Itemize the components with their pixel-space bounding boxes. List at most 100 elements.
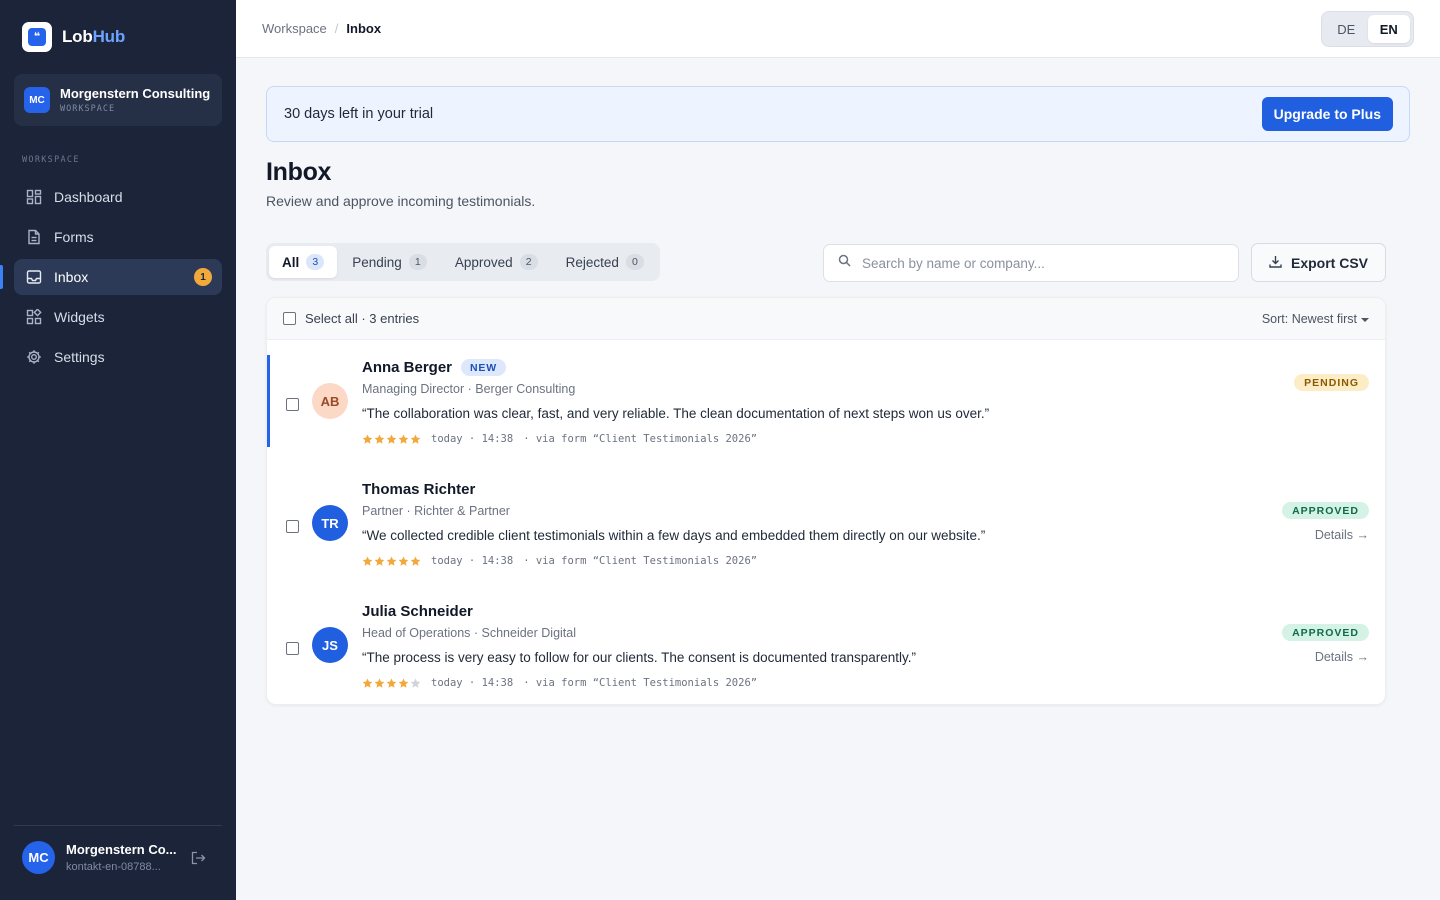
star-filled-icon <box>386 678 397 688</box>
list-item[interactable]: JS Julia Schneider Head of Operations · … <box>267 584 1385 704</box>
document-icon <box>25 229 42 246</box>
workspace-label: WORKSPACE <box>60 104 116 114</box>
avatar: TR <box>312 505 348 541</box>
sidebar-item-label: Widgets <box>54 309 105 325</box>
star-filled-icon <box>362 678 373 688</box>
list-item[interactable]: AB Anna Berger NEW Managing Director · B… <box>267 340 1385 462</box>
list-item[interactable]: TR Thomas Richter Partner · Richter & Pa… <box>267 462 1385 584</box>
workspace-name: Morgenstern Consulting <box>60 86 211 101</box>
language-en-button[interactable]: EN <box>1367 15 1410 43</box>
user-email: kontakt-en-08788... <box>66 861 161 873</box>
logo-mark-icon: ❝ <box>22 22 52 52</box>
tab-rejected[interactable]: Rejected 0 <box>553 246 657 278</box>
sidebar-item-label: Inbox <box>54 269 89 285</box>
tab-label: Approved <box>454 254 513 270</box>
breadcrumb: Workspace / Inbox <box>262 21 381 36</box>
tab-label: Rejected <box>565 254 619 270</box>
star-empty-icon <box>410 678 421 688</box>
star-filled-icon <box>374 434 385 444</box>
app-name: LobHub <box>62 27 126 46</box>
testimonial-quote: “We collected credible client testimonia… <box>362 528 986 543</box>
tab-count: 1 <box>408 254 427 270</box>
language-de-button[interactable]: DE <box>1325 15 1368 43</box>
star-filled-icon <box>362 434 373 444</box>
select-all-checkbox[interactable] <box>283 312 296 325</box>
sidebar-divider <box>14 825 222 826</box>
trial-banner: 30 days left in your trial Upgrade to Pl… <box>266 86 1410 142</box>
search-box <box>823 244 1239 282</box>
sidebar-item-settings[interactable]: Settings <box>14 339 222 375</box>
tab-count: 0 <box>625 254 644 270</box>
sidebar-item-widgets[interactable]: Widgets <box>14 299 222 335</box>
page-subtitle: Review and approve incoming testimonials… <box>266 193 536 209</box>
tab-pending[interactable]: Pending 1 <box>339 246 440 278</box>
breadcrumb-separator: / <box>334 21 339 36</box>
submitted-date: today · 14:38 <box>431 677 514 689</box>
reviewer-role: Managing Director · Berger Consulting <box>362 382 576 396</box>
user-profile[interactable]: MC Morgenstern Co... kontakt-en-08788... <box>22 841 178 874</box>
workspace-avatar: MC <box>24 87 50 113</box>
avatar: AB <box>312 383 348 419</box>
export-csv-button[interactable]: Export CSV <box>1251 243 1386 282</box>
status-badge: PENDING <box>1294 374 1369 391</box>
tab-approved[interactable]: Approved 2 <box>442 246 551 278</box>
filter-tabs: All 3 Pending 1 Approved 2 Rejected 0 <box>266 243 660 281</box>
select-all-label: Select all · 3 entries <box>305 311 420 326</box>
star-filled-icon <box>398 434 409 444</box>
tab-label: All <box>282 254 300 270</box>
star-filled-icon <box>410 556 421 566</box>
reviewer-role: Partner · Richter & Partner <box>362 504 510 518</box>
rating-stars <box>362 434 421 445</box>
sidebar-item-label: Settings <box>54 349 105 365</box>
user-name: Morgenstern Co... <box>66 842 177 857</box>
sidebar-item-label: Dashboard <box>54 189 123 205</box>
star-filled-icon <box>374 556 385 566</box>
sort-label: Sort: Newest first <box>1261 312 1357 326</box>
sidebar-nav: Dashboard Forms Inbox 1 Widgets Settings <box>0 179 222 379</box>
dashboard-icon <box>25 189 42 206</box>
breadcrumb-workspace[interactable]: Workspace <box>262 21 327 36</box>
upgrade-button[interactable]: Upgrade to Plus <box>1261 97 1393 131</box>
details-link[interactable]: Details → <box>1315 528 1369 542</box>
status-badge: APPROVED <box>1282 624 1369 641</box>
status-badge: APPROVED <box>1282 502 1369 519</box>
star-filled-icon <box>398 678 409 688</box>
page-title: Inbox <box>266 158 332 186</box>
reviewer-name: Julia Schneider <box>362 603 473 620</box>
rating-stars <box>362 556 421 567</box>
list-header: Select all · 3 entries Sort: Newest firs… <box>267 298 1385 340</box>
avatar: JS <box>312 627 348 663</box>
sidebar-item-inbox[interactable]: Inbox 1 <box>0 259 222 295</box>
star-filled-icon <box>386 434 397 444</box>
search-input[interactable] <box>862 255 1202 271</box>
tab-label: Pending <box>352 254 402 270</box>
trial-text: 30 days left in your trial <box>284 106 434 122</box>
sidebar-item-dashboard[interactable]: Dashboard <box>14 179 222 215</box>
testimonial-quote: “The collaboration was clear, fast, and … <box>362 406 990 421</box>
star-filled-icon <box>398 556 409 566</box>
avatar: MC <box>22 841 55 874</box>
details-link[interactable]: Details → <box>1315 650 1369 664</box>
select-all[interactable]: Select all · 3 entries <box>283 311 419 326</box>
rating-stars <box>362 678 421 689</box>
row-checkbox[interactable] <box>286 398 299 411</box>
inbox-count-badge: 1 <box>194 268 212 286</box>
submitted-date: today · 14:38 <box>431 433 514 445</box>
sidebar-item-forms[interactable]: Forms <box>14 219 222 255</box>
testimonial-meta: today · 14:38 · via form “Client Testimo… <box>362 555 757 567</box>
testimonial-meta: today · 14:38 · via form “Client Testimo… <box>362 677 757 689</box>
form-source: · via form “Client Testimonials 2026” <box>523 433 758 445</box>
star-filled-icon <box>374 678 385 688</box>
star-filled-icon <box>386 556 397 566</box>
row-checkbox[interactable] <box>286 520 299 533</box>
tab-all[interactable]: All 3 <box>269 246 338 278</box>
app-logo[interactable]: ❝ LobHub <box>22 22 125 52</box>
form-source: · via form “Client Testimonials 2026” <box>523 555 758 567</box>
workspace-switcher[interactable]: MC Morgenstern Consulting WORKSPACE <box>14 74 222 126</box>
search-icon <box>838 254 851 272</box>
row-checkbox[interactable] <box>286 642 299 655</box>
sidebar: ❝ LobHub MC Morgenstern Consulting WORKS… <box>0 0 236 900</box>
nav-section-label: WORKSPACE <box>22 155 80 165</box>
sort-dropdown[interactable]: Sort: Newest first <box>1262 312 1369 326</box>
logout-icon[interactable] <box>191 851 207 865</box>
